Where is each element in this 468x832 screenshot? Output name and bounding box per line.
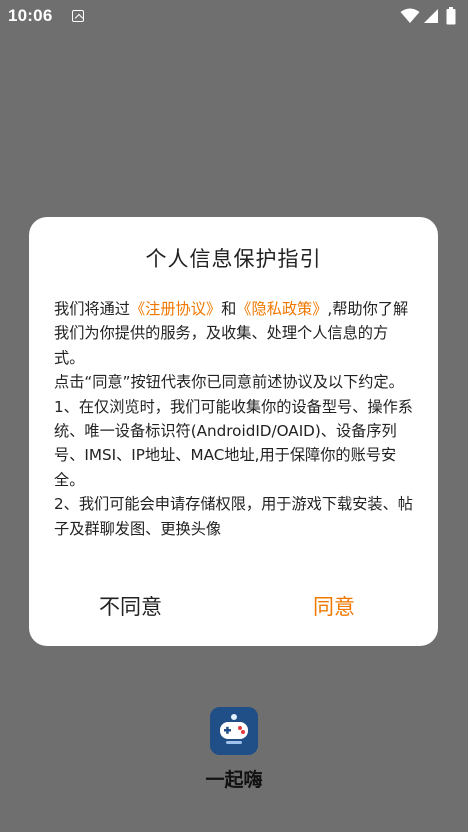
dialog-body[interactable]: 我们将通过《注册协议》和《隐私政策》,帮助你了解我们为你提供的服务，及收集、处理… (54, 297, 416, 545)
battery-icon (446, 7, 456, 29)
status-time: 10:06 (8, 6, 53, 25)
privacy-policy-link[interactable]: 《隐私政策》 (236, 300, 327, 318)
intro-paragraph: 我们将通过《注册协议》和《隐私政策》,帮助你了解我们为你提供的服务，及收集、处理… (54, 297, 416, 370)
storage-permission-paragraph: 2、我们可能会申请存储权限，用于游戏下载安装、帖子及群聊发图、更换头像 (54, 495, 413, 538)
disagree-button[interactable]: 不同意 (99, 591, 162, 621)
game-controller-icon[interactable] (210, 707, 258, 755)
intro-text-mid: 和 (221, 300, 237, 318)
agree-button[interactable]: 同意 (313, 591, 355, 621)
app-name: 一起嗨 (205, 769, 263, 791)
dialog-actions: 不同意 同意 (29, 591, 438, 627)
wifi-icon (400, 8, 420, 28)
browsing-data-paragraph: 1、在仅浏览时，我们可能收集你的设备型号、操作系统、唯一设备标识符(Androi… (54, 397, 413, 489)
cellular-signal-icon (423, 8, 439, 28)
status-bar: 10:06 (0, 0, 468, 34)
text-recognition-icon (72, 10, 84, 22)
intro-text-pre: 我们将通过 (54, 300, 130, 318)
dialog-title: 个人信息保护指引 (145, 247, 322, 271)
privacy-dialog: 个人信息保护指引 我们将通过《注册协议》和《隐私政策》,帮助你了解我们为你提供的… (29, 217, 438, 646)
consent-paragraph: 点击“同意”按钮代表你已同意前述协议及以下约定。 (54, 373, 404, 392)
registration-agreement-link[interactable]: 《注册协议》 (130, 300, 221, 318)
